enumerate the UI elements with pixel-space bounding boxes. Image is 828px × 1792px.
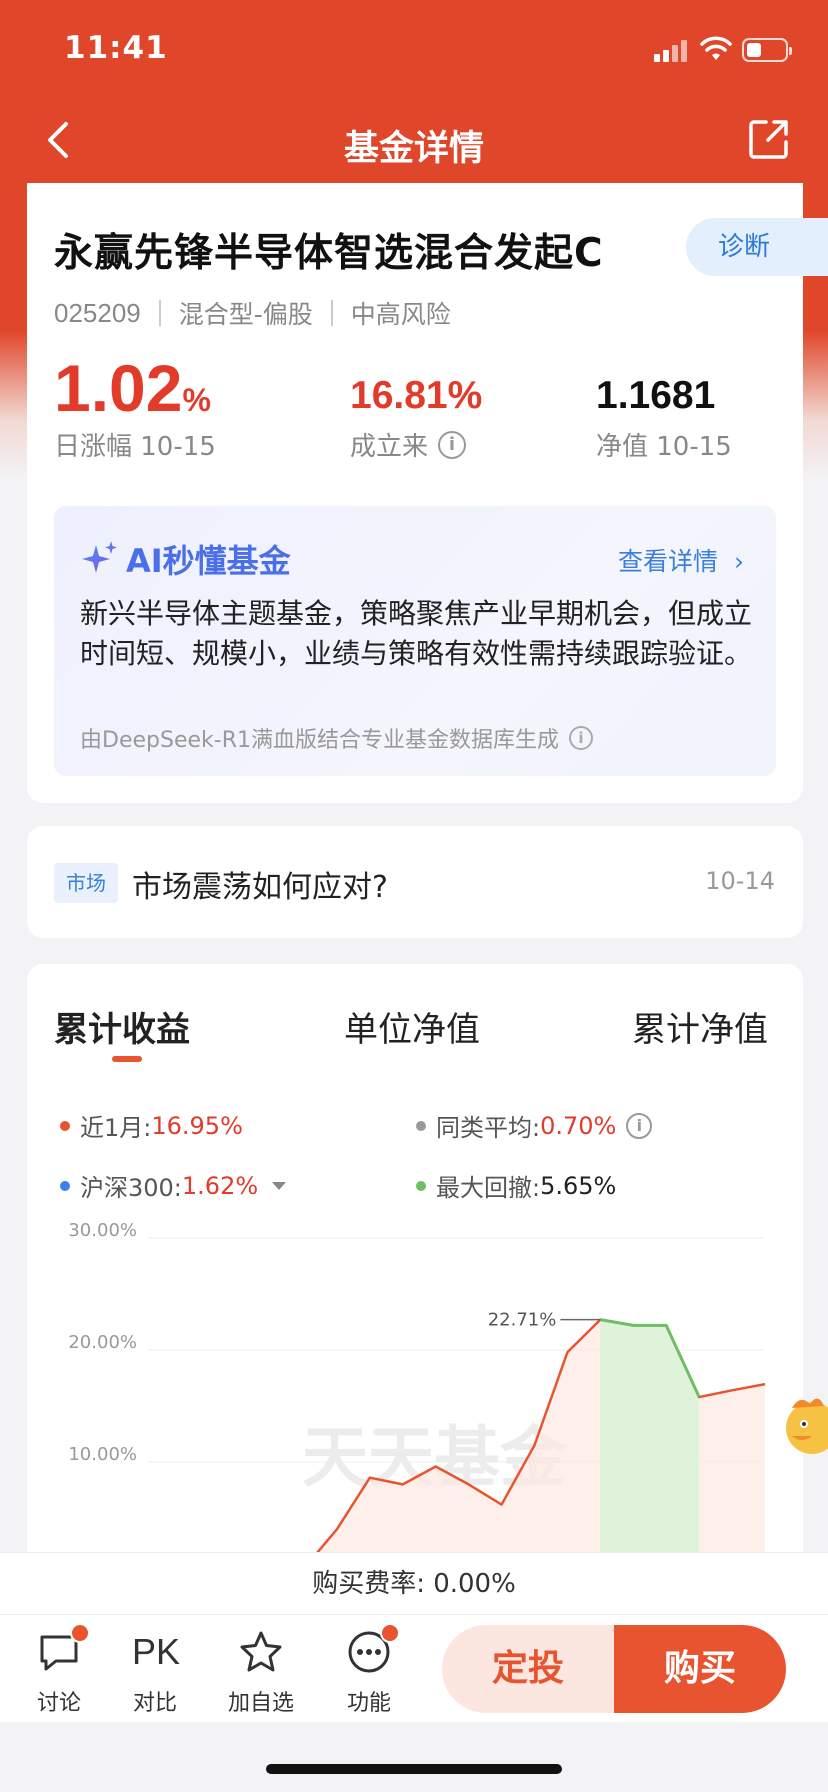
- nav-label: 净值 10-15: [596, 432, 732, 462]
- ai-footer: 由DeepSeek-R1满血版结合专业基金数据库生成 i: [80, 722, 593, 754]
- ai-view-details-label: 查看详情: [618, 547, 719, 576]
- battery-icon: [742, 38, 792, 62]
- functions-label: 功能: [346, 1691, 391, 1716]
- fund-name: 永赢先锋半导体智选混合发起C: [54, 231, 604, 276]
- legend-index-label: 沪深300:: [80, 1174, 182, 1202]
- legend-fund: 近1月: 16.95%: [60, 1108, 243, 1143]
- y-tick-label: 10.00%: [68, 1444, 137, 1465]
- ai-title: AI秒懂基金: [80, 536, 291, 582]
- since-inception-value: 16.81%: [350, 374, 483, 417]
- legend-peer-value: 0.70%: [540, 1111, 617, 1140]
- ai-summary-text: 新兴半导体主题基金，策略聚焦产业早期机会，但成立时间短、规模小，业绩与策略有效性…: [80, 597, 753, 670]
- page-title: 基金详情: [343, 129, 484, 169]
- functions-button[interactable]: 功能: [324, 1623, 414, 1717]
- star-icon: [240, 1631, 282, 1672]
- nav-stat: 1.1681 净值 10-15: [596, 374, 732, 463]
- daily-change-stat: 1.02% 日涨幅 10-15: [54, 350, 216, 463]
- daily-change-unit: %: [182, 382, 211, 418]
- purchase-fee-text: 购买费率: 0.00%: [0, 1552, 828, 1614]
- sip-button[interactable]: 定投: [442, 1625, 614, 1713]
- y-tick-label: 20.00%: [68, 1332, 137, 1353]
- legend-index-value: 1.62%: [181, 1171, 259, 1200]
- active-tab-indicator: [112, 1056, 142, 1062]
- since-inception-label: 成立来: [350, 432, 429, 462]
- buy-button[interactable]: 购买: [614, 1625, 786, 1713]
- y-tick-label: 30.00%: [68, 1220, 137, 1241]
- discuss-label: 讨论: [36, 1691, 81, 1716]
- info-icon[interactable]: i: [568, 726, 593, 750]
- news-tag: 市场: [54, 863, 118, 903]
- add-watchlist-label: 加自选: [227, 1691, 294, 1716]
- sparkle-icon: [82, 541, 117, 573]
- ai-view-details-link[interactable]: 查看详情 ›: [618, 542, 744, 578]
- peak-label: 22.71%: [488, 1310, 557, 1331]
- fund-code: 025209: [54, 297, 141, 328]
- notification-dot: [380, 1623, 400, 1643]
- wifi-icon: [700, 36, 732, 60]
- legend-fund-label: 近1月:: [80, 1114, 152, 1142]
- status-bar: 11:41: [0, 0, 828, 100]
- ai-footer-text: 由DeepSeek-R1满血版结合专业基金数据库生成: [80, 728, 559, 753]
- home-indicator: [266, 1764, 562, 1774]
- fund-type: 混合型-偏股: [178, 300, 313, 329]
- daily-change-label: 日涨幅 10-15: [54, 432, 216, 462]
- bottom-action-bar: 讨论 PK 对比 加自选 功能 定投 购买: [0, 1614, 828, 1722]
- legend-peer: 同类平均: 0.70% i: [416, 1108, 653, 1143]
- legend-drawdown-value: 5.65%: [540, 1171, 617, 1200]
- info-icon[interactable]: i: [438, 430, 467, 459]
- cellular-signal-icon: [654, 40, 688, 62]
- add-watchlist-button[interactable]: 加自选: [216, 1629, 306, 1717]
- share-icon[interactable]: [748, 118, 790, 160]
- status-time: 11:41: [64, 30, 168, 66]
- fund-meta: 025209 混合型-偏股 中高风险: [54, 295, 451, 331]
- home-area: [0, 1722, 828, 1792]
- performance-chart[interactable]: 天天基金 30.00%20.00%10.00%22.71%: [27, 1220, 803, 1552]
- tab-cumulative-return[interactable]: 累计收益: [54, 1002, 190, 1051]
- since-inception-stat: 16.81% 成立来 i: [350, 374, 482, 463]
- pk-icon: PK: [132, 1631, 181, 1672]
- legend-peer-label: 同类平均:: [436, 1114, 541, 1142]
- info-icon[interactable]: i: [626, 1112, 653, 1139]
- mascot-icon[interactable]: [778, 1390, 828, 1466]
- legend-drawdown: 最大回撤: 5.65%: [416, 1168, 616, 1203]
- ai-summary-box[interactable]: AI秒懂基金 查看详情 › 新兴半导体主题基金，策略聚焦产业早期机会，但成立时间…: [54, 506, 776, 776]
- ai-title-text: AI秒懂基金: [126, 542, 291, 580]
- tab-cumulative-nav[interactable]: 累计净值: [632, 1002, 768, 1051]
- news-date: 10-14: [705, 867, 775, 895]
- drawdown-area: [600, 1319, 700, 1552]
- legend-index[interactable]: 沪深300: 1.62%: [60, 1168, 287, 1203]
- nav-value: 1.1681: [596, 374, 716, 417]
- chevron-right-icon: ›: [734, 547, 744, 576]
- compare-label: 对比: [132, 1691, 177, 1716]
- daily-change-value: 1.02: [54, 351, 183, 425]
- notification-dot: [70, 1623, 90, 1643]
- legend-fund-value: 16.95%: [151, 1111, 243, 1140]
- legend-drawdown-label: 最大回撤:: [436, 1174, 541, 1202]
- news-title[interactable]: 市场震荡如何应对?: [132, 862, 388, 906]
- compare-button[interactable]: PK 对比: [110, 1629, 200, 1717]
- fund-risk: 中高风险: [350, 300, 451, 329]
- diagnose-button[interactable]: 诊断: [686, 218, 828, 276]
- dropdown-arrow-icon[interactable]: [272, 1181, 287, 1190]
- tab-unit-nav[interactable]: 单位净值: [344, 1002, 480, 1051]
- discuss-button[interactable]: 讨论: [14, 1623, 104, 1717]
